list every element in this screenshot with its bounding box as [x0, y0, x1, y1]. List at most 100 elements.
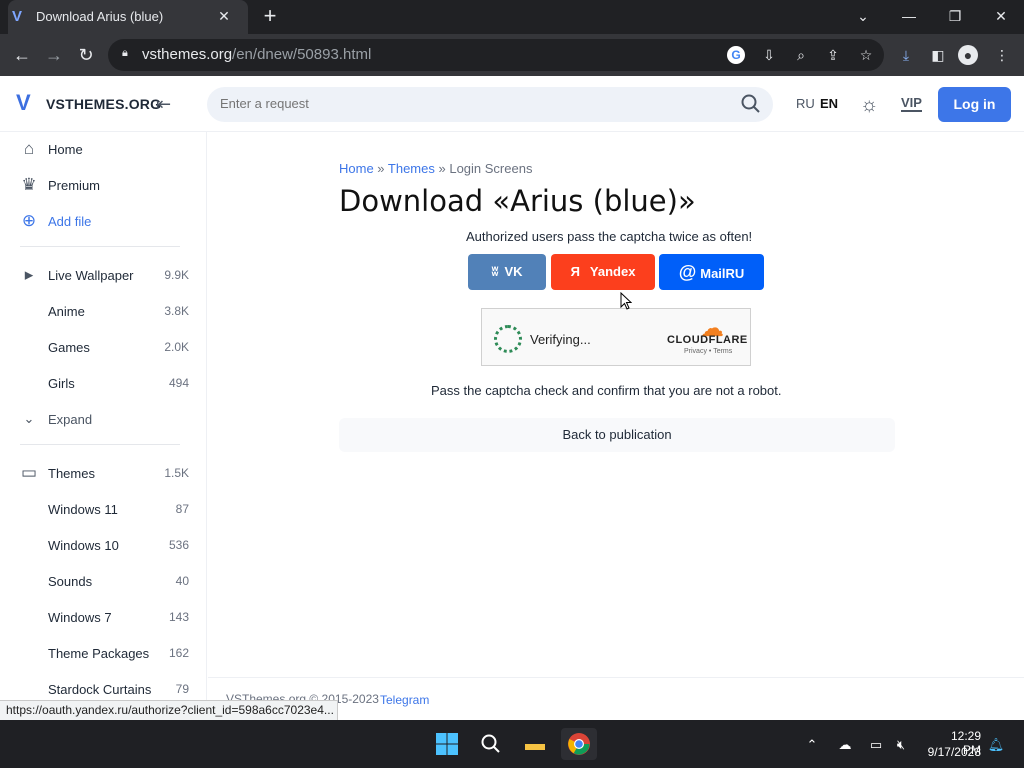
privacy-link[interactable]: Privacy: [684, 348, 707, 355]
sidebar-item-home[interactable]: ⌂ Home: [0, 132, 207, 168]
display-icon[interactable]: ▭: [867, 736, 885, 754]
breadcrumb-home-link[interactable]: Home: [339, 161, 374, 176]
profile-avatar-icon[interactable]: ●: [958, 45, 978, 65]
sidebar-item-label: Anime: [48, 304, 85, 319]
sidebar-item-label: Games: [48, 340, 90, 355]
terms-link[interactable]: Terms: [713, 348, 732, 355]
clock-date[interactable]: 9/17/2023: [921, 745, 981, 759]
share-icon[interactable]: ⇪: [822, 44, 844, 66]
vk-icon: ʬ: [491, 264, 499, 279]
captcha-status: Verifying...: [530, 332, 591, 347]
zoom-icon[interactable]: ⌕: [790, 44, 812, 66]
plus-circle-icon: ⊕: [21, 211, 37, 230]
sidebar-item-count: 162: [168, 646, 189, 660]
sidebar-item-label: Stardock Curtains: [48, 682, 152, 697]
lang-ru-link[interactable]: RU: [796, 96, 815, 111]
breadcrumb-separator: »: [373, 161, 388, 176]
yandex-login-button[interactable]: Я Yandex: [551, 254, 655, 290]
breadcrumb-themes-link[interactable]: Themes: [388, 161, 435, 176]
file-explorer-icon[interactable]: ▬: [519, 728, 551, 760]
vk-login-button[interactable]: ʬ VK: [468, 254, 546, 290]
downloads-icon[interactable]: ⤓: [895, 44, 917, 66]
sidebar-item-games[interactable]: Games 2.0K: [0, 330, 207, 366]
tab-title: Download Arius (blue): [36, 9, 164, 24]
spinner-icon: [494, 325, 522, 353]
close-window-button[interactable]: ✕: [981, 4, 1021, 28]
sidebar-item-windows-7[interactable]: Windows 7 143: [0, 600, 207, 636]
cloudflare-brand: CLOUDFLARE: [667, 334, 748, 346]
mouse-cursor-icon: [620, 292, 632, 310]
sidebar-item-count: 2.0K: [164, 340, 189, 354]
minimize-button[interactable]: —: [889, 4, 929, 28]
breadcrumb: Home » Themes » Login Screens: [339, 161, 532, 176]
back-arrow-icon[interactable]: ←: [10, 43, 34, 67]
tab-close-icon[interactable]: ✕: [214, 6, 234, 26]
sidebar-item-sounds[interactable]: Sounds 40: [0, 564, 207, 600]
restore-button[interactable]: ❐: [935, 4, 975, 28]
url-host: vsthemes.org: [142, 46, 233, 63]
sidebar-item-count: 536: [168, 538, 189, 552]
login-button[interactable]: Log in: [938, 87, 1011, 122]
sidebar-item-anime[interactable]: Anime 3.8K: [0, 294, 207, 330]
sidebar-item-live-wallpaper[interactable]: ▸ Live Wallpaper 9.9K: [0, 258, 207, 294]
sidebar-item-count: 79: [175, 682, 189, 696]
telegram-link[interactable]: Telegram: [380, 693, 429, 707]
sidebar-item-label: Themes: [48, 466, 95, 481]
sidebar-item-theme-packages[interactable]: Theme Packages 162: [0, 636, 207, 672]
sidebar-item-label: Windows 10: [48, 538, 119, 553]
search-input[interactable]: [220, 96, 720, 111]
yandex-label: Yandex: [589, 264, 636, 279]
vip-link[interactable]: VIP: [901, 96, 922, 112]
search-icon[interactable]: [740, 93, 762, 115]
breadcrumb-current: Login Screens: [449, 161, 533, 176]
vsthemes-favicon-icon: V: [12, 8, 23, 25]
lock-icon[interactable]: 🔒︎: [122, 47, 134, 63]
sidebar-item-windows-11[interactable]: Windows 11 87: [0, 492, 207, 528]
sidebar-expand-button[interactable]: ⌄ Expand: [0, 402, 207, 438]
sun-theme-icon[interactable]: ☼: [860, 94, 882, 116]
sidebar-item-count: 143: [168, 610, 189, 624]
home-icon: ⌂: [23, 139, 35, 158]
sidebar-item-label: Windows 11: [48, 502, 118, 517]
sidebar: ⌂ Home ♛ Premium ⊕ Add file ▸ Live Wallp…: [0, 132, 207, 720]
tab-search-icon[interactable]: ⌄: [843, 4, 883, 28]
forward-arrow-icon[interactable]: →: [42, 43, 66, 67]
site-logo-text[interactable]: VSTHEMES.ORG: [46, 96, 161, 112]
sidebar-item-label: Theme Packages: [48, 646, 150, 661]
back-to-publication-button[interactable]: Back to publication: [339, 418, 895, 452]
sidebar-item-add-file[interactable]: ⊕ Add file: [0, 204, 207, 240]
side-panel-icon[interactable]: ◧: [927, 44, 949, 66]
kebab-menu-icon[interactable]: ⋮: [991, 44, 1013, 66]
install-app-icon[interactable]: ⇩: [758, 44, 780, 66]
bookmark-star-icon[interactable]: ☆: [855, 44, 877, 66]
sidebar-item-label: Live Wallpaper: [48, 268, 134, 283]
notification-bell-icon[interactable]: 🔔︎: [987, 736, 1005, 754]
lang-en-link[interactable]: EN: [820, 96, 838, 111]
vsthemes-logo-icon[interactable]: V: [16, 92, 40, 114]
new-tab-button[interactable]: +: [258, 4, 282, 28]
chrome-taskbar-icon[interactable]: [561, 728, 597, 760]
sidebar-item-label: Premium: [48, 178, 101, 193]
google-g-icon[interactable]: G: [727, 46, 745, 64]
sidebar-divider: [20, 444, 180, 445]
sidebar-item-girls[interactable]: Girls 494: [0, 366, 207, 402]
menu-collapse-icon[interactable]: ⇤: [156, 94, 178, 114]
status-bar-url: https://oauth.yandex.ru/authorize?client…: [0, 700, 338, 720]
auth-hint-text: Authorized users pass the captcha twice …: [466, 229, 753, 244]
windows-start-icon[interactable]: [431, 728, 463, 760]
crown-icon: ♛: [21, 175, 37, 194]
volume-muted-icon[interactable]: 🔇︎: [892, 736, 910, 754]
monitor-icon: ▭: [20, 463, 38, 482]
onedrive-icon[interactable]: ☁: [836, 736, 854, 754]
sidebar-item-label: Girls: [48, 376, 75, 391]
url-text[interactable]: vsthemes.org/en/dnew/50893.html: [142, 46, 371, 63]
mailru-label: MailRU: [700, 266, 745, 281]
sidebar-item-count: 87: [175, 502, 189, 516]
mailru-login-button[interactable]: @ MailRU: [659, 254, 764, 290]
sidebar-item-themes[interactable]: ▭ Themes 1.5K: [0, 456, 207, 492]
tray-chevron-up-icon[interactable]: ⌃: [803, 736, 821, 754]
reload-icon[interactable]: ↻: [74, 43, 98, 67]
search-taskbar-icon[interactable]: [475, 728, 507, 760]
sidebar-item-windows-10[interactable]: Windows 10 536: [0, 528, 207, 564]
sidebar-item-premium[interactable]: ♛ Premium: [0, 168, 207, 204]
